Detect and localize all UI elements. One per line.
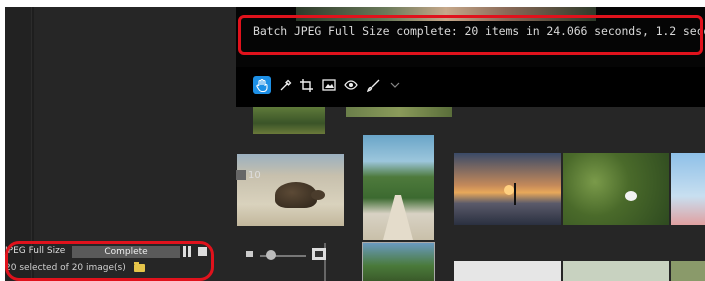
thumbnail-tortoise[interactable]: [237, 154, 344, 226]
slider-knob[interactable]: [266, 250, 276, 260]
thumbnail-lily-pads[interactable]: [563, 153, 669, 225]
sailboat-mast: [514, 183, 516, 205]
stop-icon[interactable]: [198, 247, 207, 256]
lily-flower: [625, 191, 637, 201]
thumbnail-grid: 10: [236, 107, 705, 281]
batch-status-message: Batch JPEG Full Size complete: 20 items …: [253, 24, 705, 38]
thumbnail-beach-path[interactable]: [363, 135, 434, 240]
crop-icon[interactable]: [297, 76, 315, 94]
batch-job-label: JPEG Full Size: [5, 246, 66, 256]
thumbnail-row3-b[interactable]: [563, 261, 669, 281]
eyedropper-icon[interactable]: [276, 76, 294, 94]
batch-progress-label: Complete: [104, 247, 148, 257]
sun: [504, 185, 514, 195]
folder-icon[interactable]: [134, 262, 145, 272]
flag-icon: [236, 170, 246, 180]
thumbnail-size-slider[interactable]: [246, 247, 326, 263]
left-sidebar: [5, 7, 232, 281]
batch-progress-panel: JPEG Full Size Complete: [5, 244, 215, 260]
large-thumbnail-icon: [312, 248, 326, 260]
pause-icon[interactable]: [183, 246, 193, 257]
thumbnail-sunset-sailboat[interactable]: [454, 153, 561, 225]
straighten-icon[interactable]: [320, 76, 338, 94]
tortoise-head: [311, 190, 325, 200]
selection-count: 20 selected of 20 image(s): [5, 263, 126, 273]
sidebar-rail: [5, 7, 32, 281]
redeye-icon[interactable]: [342, 76, 360, 94]
hand-icon[interactable]: [253, 76, 271, 94]
thumbnail-badge-number: 10: [248, 169, 261, 181]
brush-icon[interactable]: [364, 76, 382, 94]
thumbnail-badge: 10: [236, 169, 264, 181]
preview-image-strip: [296, 7, 596, 21]
thumbnail-palms[interactable]: [362, 242, 435, 281]
batch-progress-bar: Complete: [72, 246, 180, 258]
hud-overlay: Batch JPEG Full Size complete: 20 items …: [236, 7, 705, 67]
chevron-down-icon[interactable]: [386, 76, 404, 94]
thumbnail-forest[interactable]: [253, 107, 325, 134]
thumbnail-row3-a[interactable]: [454, 261, 561, 281]
thumbnail-foliage[interactable]: [346, 107, 452, 117]
sand-path: [383, 195, 413, 240]
app-window: Batch JPEG Full Size complete: 20 items …: [5, 7, 705, 281]
thumbnail-boat-deck[interactable]: [671, 153, 705, 225]
main-viewer: Batch JPEG Full Size complete: 20 items …: [236, 7, 705, 281]
small-thumbnail-icon: [246, 251, 253, 257]
sidebar-divider: [32, 7, 34, 281]
edit-toolbar: [236, 67, 705, 107]
thumbnail-row3-c[interactable]: [671, 261, 705, 281]
